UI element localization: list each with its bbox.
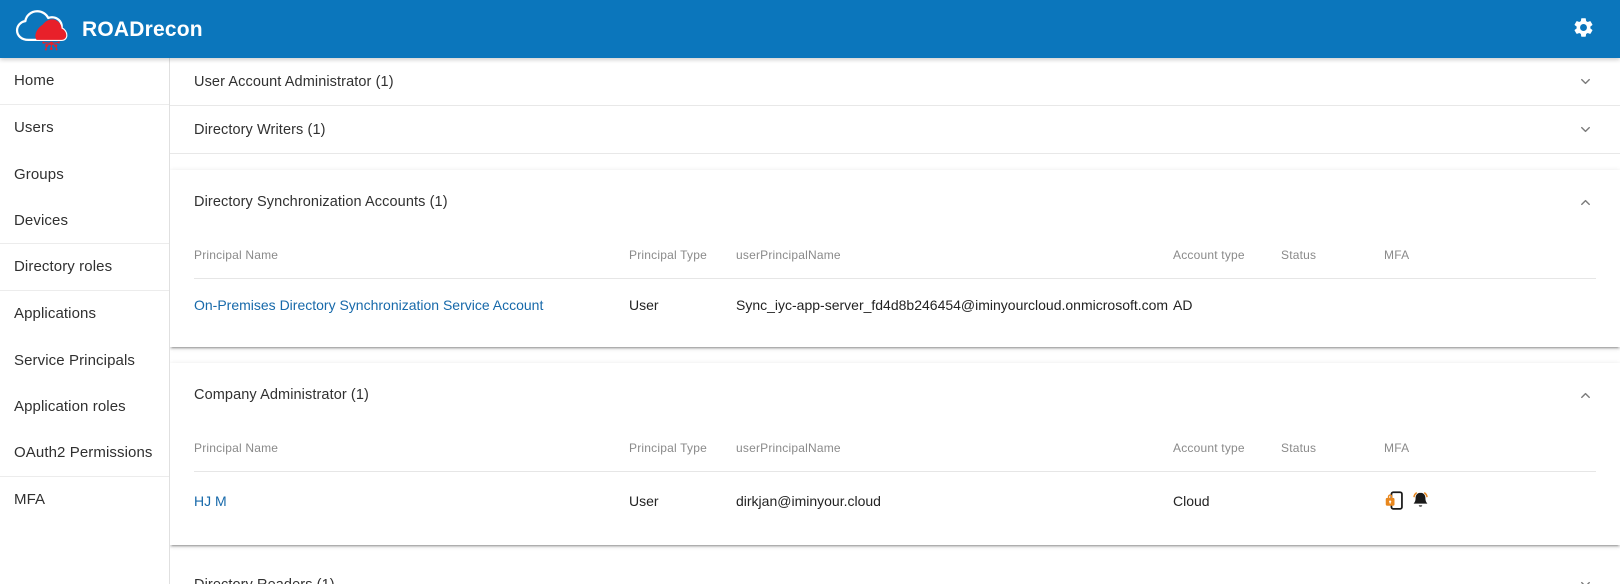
cell-mfa [1384,279,1596,332]
sidebar: Home Users Groups Devices Directory role… [0,58,170,584]
table-header-row: Principal Name Principal Type userPrinci… [194,234,1596,279]
panel-header[interactable]: Directory Readers (1) [170,561,1620,584]
brand: ROADrecon [14,7,203,51]
sidebar-item-home[interactable]: Home [0,58,169,105]
role-panel-directory-writers: Directory Writers (1) [170,106,1620,154]
panel-title: User Account Administrator (1) [194,73,394,90]
sidebar-item-mfa[interactable]: MFA [0,477,169,524]
panel-header[interactable]: Company Administrator (1) [170,363,1620,427]
cell-status [1281,279,1384,332]
column-header-userprincipalname[interactable]: userPrincipalName [736,234,1173,279]
sidebar-item-label: Application roles [14,398,126,416]
role-panel-directory-readers: Directory Readers (1) [170,561,1620,584]
column-header-status[interactable]: Status [1281,234,1384,279]
sidebar-item-label: Service Principals [14,351,136,369]
sidebar-item-label: Groups [14,165,64,183]
principals-table: Principal Name Principal Type userPrinci… [194,234,1596,331]
panel-title: Directory Synchronization Accounts (1) [194,194,448,210]
chevron-down-icon[interactable] [1574,119,1596,141]
panel-body: Principal Name Principal Type userPrinci… [170,234,1620,347]
role-panel-user-account-administrator: User Account Administrator (1) [170,58,1620,106]
directory-roles-accordion: User Account Administrator (1) Directory… [170,58,1620,584]
table-header-row: Principal Name Principal Type userPrinci… [194,427,1596,472]
principals-table: Principal Name Principal Type userPrinci… [194,427,1596,529]
table-row: On-Premises Directory Synchronization Se… [194,279,1596,332]
cell-principal-type: User [629,297,659,313]
body: Home Users Groups Devices Directory role… [0,58,1620,584]
column-header-mfa[interactable]: MFA [1384,234,1596,279]
chevron-down-icon[interactable] [1574,71,1596,93]
column-header-account-type[interactable]: Account type [1173,427,1281,472]
sidebar-item-label: Devices [14,211,69,229]
chevron-up-icon[interactable] [1574,191,1596,213]
column-header-status[interactable]: Status [1281,427,1384,472]
cell-userprincipalname: dirkjan@iminyour.cloud [736,492,881,509]
column-header-principal-type[interactable]: Principal Type [629,427,736,472]
chevron-up-icon[interactable] [1574,384,1596,406]
role-panel-directory-synchronization-accounts: Directory Synchronization Accounts (1) P… [170,170,1620,347]
app-title: ROADrecon [82,17,203,41]
column-header-mfa[interactable]: MFA [1384,427,1596,472]
panel-body: Principal Name Principal Type userPrinci… [170,427,1620,545]
sidebar-item-devices[interactable]: Devices [0,198,169,244]
table-row: HJ M User dirkjan@iminyour.cloud Cloud [194,472,1596,530]
principal-name-link[interactable]: On-Premises Directory Synchronization Se… [194,297,543,313]
panel-header[interactable]: Directory Synchronization Accounts (1) [170,170,1620,234]
cell-mfa [1384,472,1596,530]
panel-title: Company Administrator (1) [194,387,369,403]
cell-account-type: AD [1173,297,1193,313]
cell-principal-name: On-Premises Directory Synchronization Se… [194,279,629,332]
sidebar-item-label: Users [14,119,54,137]
role-panel-company-administrator: Company Administrator (1) Principal Name… [170,363,1620,545]
column-header-principal-name[interactable]: Principal Name [194,427,629,472]
sidebar-item-directory-roles[interactable]: Directory roles [0,244,169,291]
cloud-logo-icon [14,7,68,51]
cell-principal-type: User [629,492,659,509]
panel-title: Directory Readers (1) [194,577,1574,584]
sidebar-item-label: OAuth2 Permissions [14,444,153,462]
sidebar-item-label: MFA [14,491,46,509]
settings-button[interactable] [1566,12,1600,46]
main-content: User Account Administrator (1) Directory… [170,58,1620,584]
cell-userprincipalname: Sync_iyc-app-server_fd4d8b246454@iminyou… [736,297,1169,313]
sidebar-item-label: Directory roles [14,258,113,276]
mfa-methods [1384,490,1596,511]
cell-status [1281,472,1384,530]
sidebar-item-label: Home [14,72,55,90]
sidebar-item-application-roles[interactable]: Application roles [0,384,169,431]
roadrecon-app: ROADrecon Home Users Groups Devices Dire… [0,0,1620,584]
chevron-down-icon[interactable] [1574,574,1596,584]
panel-title: Directory Writers (1) [194,121,326,138]
cell-account-type: Cloud [1173,492,1210,509]
sidebar-item-applications[interactable]: Applications [0,291,169,338]
notification-bell-icon [1410,490,1431,511]
sidebar-item-oauth2-permissions[interactable]: OAuth2 Permissions [0,430,169,477]
panel-header[interactable]: Directory Writers (1) [170,106,1620,153]
panel-header[interactable]: User Account Administrator (1) [170,58,1620,105]
cell-principal-name: HJ M [194,472,629,530]
sidebar-item-users[interactable]: Users [0,105,169,152]
app-toolbar: ROADrecon [0,0,1620,58]
column-header-userprincipalname[interactable]: userPrincipalName [736,427,1173,472]
gear-icon [1572,16,1595,42]
sidebar-item-service-principals[interactable]: Service Principals [0,337,169,384]
column-header-principal-type[interactable]: Principal Type [629,234,736,279]
sidebar-item-groups[interactable]: Groups [0,151,169,198]
column-header-principal-name[interactable]: Principal Name [194,234,629,279]
principal-name-link[interactable]: HJ M [194,493,227,509]
column-header-account-type[interactable]: Account type [1173,234,1281,279]
sidebar-item-label: Applications [14,305,97,323]
mobile-app-lock-icon [1384,490,1405,511]
